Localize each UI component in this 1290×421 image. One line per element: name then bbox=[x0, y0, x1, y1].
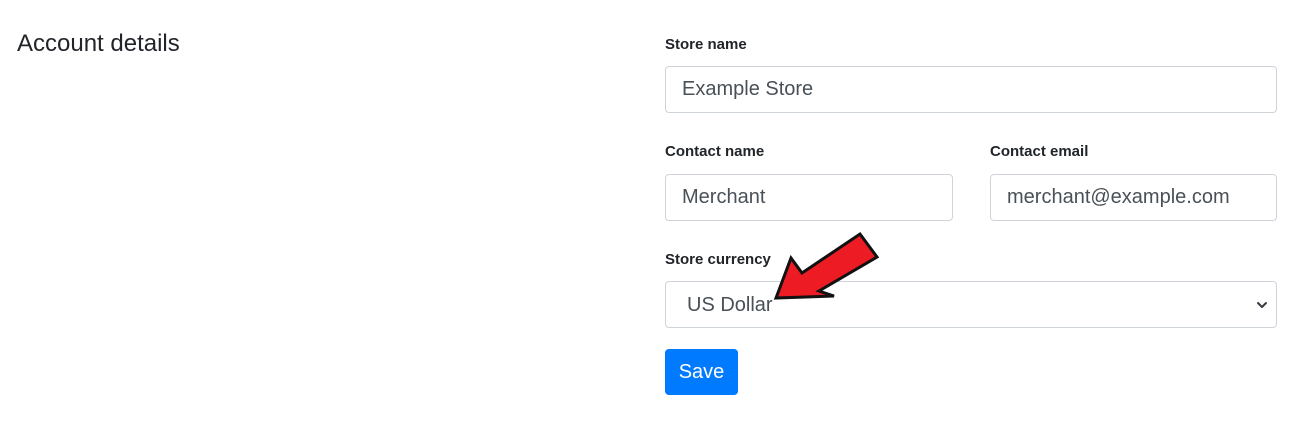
red-pointer-arrow-icon bbox=[773, 231, 880, 300]
contact-name-input[interactable] bbox=[665, 174, 953, 221]
contact-name-label: Contact name bbox=[665, 143, 765, 160]
contact-email-label: Contact email bbox=[990, 143, 1089, 160]
store-name-label: Store name bbox=[665, 36, 747, 53]
contact-email-input[interactable] bbox=[990, 174, 1277, 221]
account-details-form: Store name Contact name Contact email St… bbox=[665, 0, 1277, 421]
section-title: Account details bbox=[17, 30, 180, 57]
store-currency-select[interactable]: US Dollar bbox=[665, 281, 1277, 328]
account-details-page: Account details Store name Contact name … bbox=[0, 0, 1290, 421]
store-name-input[interactable] bbox=[665, 66, 1277, 113]
save-button[interactable]: Save bbox=[665, 349, 738, 395]
store-currency-selected-value: US Dollar bbox=[687, 294, 773, 316]
store-currency-label: Store currency bbox=[665, 251, 771, 268]
chevron-down-icon bbox=[1257, 302, 1267, 308]
